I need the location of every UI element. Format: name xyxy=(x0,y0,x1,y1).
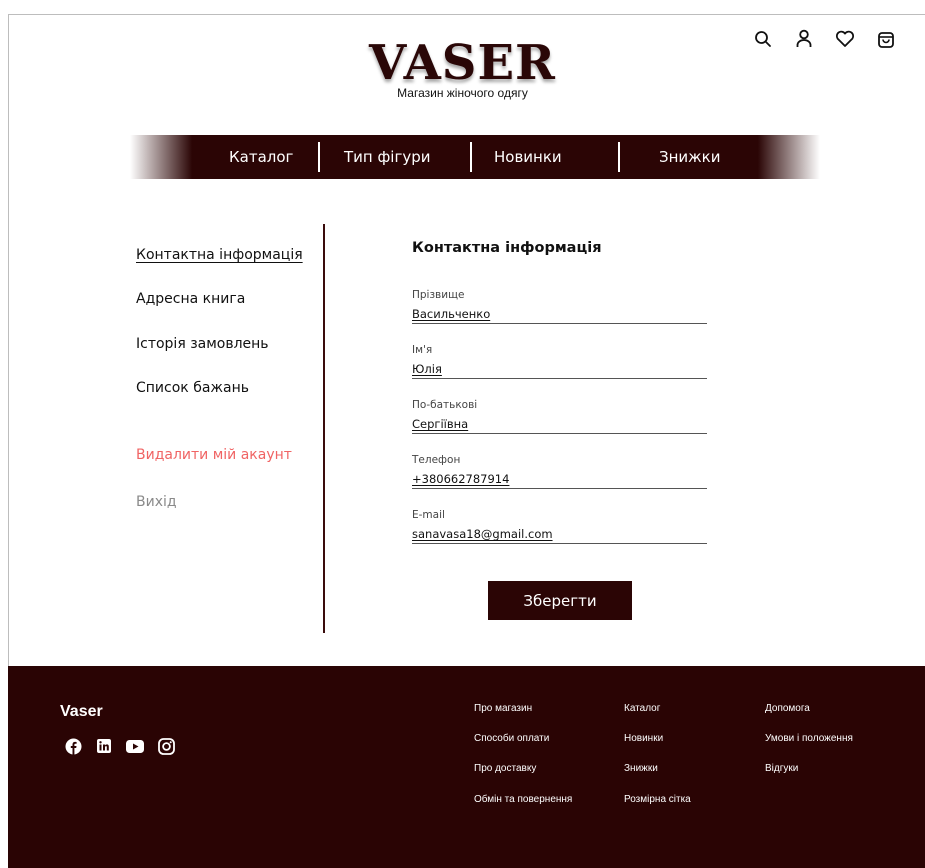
nav-separator xyxy=(470,142,472,172)
nav-item-body-type[interactable]: Тип фігури xyxy=(344,148,431,166)
facebook-icon[interactable] xyxy=(64,737,82,755)
sidebar-item-wishlist[interactable]: Список бажань xyxy=(136,380,249,396)
email-field-group: E-mail xyxy=(412,509,707,544)
nav-separator xyxy=(318,142,320,172)
main-nav: Каталог Тип фігури Новинки Знижки xyxy=(130,135,820,179)
site-footer: Vaser Про магазин Способи оплати Про дос… xyxy=(8,666,925,868)
phone-input[interactable] xyxy=(412,472,707,489)
nav-item-sale[interactable]: Знижки xyxy=(659,148,721,166)
search-icon[interactable] xyxy=(752,28,774,50)
footer-link-returns[interactable]: Обмін та повернення xyxy=(474,794,572,805)
footer-link-about[interactable]: Про магазин xyxy=(474,703,532,714)
social-links xyxy=(64,737,175,755)
instagram-icon[interactable] xyxy=(157,737,175,755)
email-label: E-mail xyxy=(412,509,445,521)
surname-input[interactable] xyxy=(412,307,707,324)
nav-separator xyxy=(618,142,620,172)
footer-link-terms[interactable]: Умови і положення xyxy=(765,733,853,744)
youtube-icon[interactable] xyxy=(126,737,144,755)
patronymic-label: По-батькові xyxy=(412,399,478,411)
footer-brand: Vaser xyxy=(60,703,103,720)
surname-label: Прізвище xyxy=(412,289,465,301)
sidebar-item-contact-info[interactable]: Контактна інформація xyxy=(136,247,303,263)
cart-icon[interactable] xyxy=(875,28,897,50)
nav-item-catalog[interactable]: Каталог xyxy=(229,148,293,166)
delete-account-link[interactable]: Видалити мій акаунт xyxy=(136,447,292,463)
first-name-input[interactable] xyxy=(412,362,707,379)
sidebar-item-address-book[interactable]: Адресна книга xyxy=(136,291,245,307)
patronymic-field-group: По-батькові xyxy=(412,399,707,434)
sidebar-item-order-history[interactable]: Історія замовлень xyxy=(136,336,269,352)
first-name-label: Ім'я xyxy=(412,344,433,356)
vertical-divider xyxy=(323,224,325,633)
footer-link-delivery[interactable]: Про доставку xyxy=(474,763,536,774)
footer-link-help[interactable]: Допомога xyxy=(765,703,810,714)
footer-link-catalog[interactable]: Каталог xyxy=(624,703,660,714)
phone-label: Телефон xyxy=(412,454,461,466)
footer-link-size-chart[interactable]: Розмірна сітка xyxy=(624,794,691,805)
footer-link-new[interactable]: Новинки xyxy=(624,733,663,744)
logout-link[interactable]: Вихід xyxy=(136,494,177,510)
save-button[interactable]: Зберегти xyxy=(488,581,632,620)
footer-link-reviews[interactable]: Відгуки xyxy=(765,763,798,774)
nav-item-new[interactable]: Новинки xyxy=(494,148,562,166)
form-title: Контактна інформація xyxy=(412,240,602,256)
linkedin-icon[interactable] xyxy=(95,737,113,755)
heart-icon[interactable] xyxy=(834,28,856,50)
footer-link-sale[interactable]: Знижки xyxy=(624,763,658,774)
header-icons xyxy=(752,28,897,50)
user-icon[interactable] xyxy=(793,28,815,50)
logo-tagline: Магазин жіночого одягу xyxy=(397,86,528,100)
patronymic-input[interactable] xyxy=(412,417,707,434)
surname-field-group: Прізвище xyxy=(412,289,707,324)
first-name-field-group: Ім'я xyxy=(412,344,707,379)
phone-field-group: Телефон xyxy=(412,454,707,489)
email-input[interactable] xyxy=(412,527,707,544)
footer-link-payment[interactable]: Способи оплати xyxy=(474,733,549,744)
